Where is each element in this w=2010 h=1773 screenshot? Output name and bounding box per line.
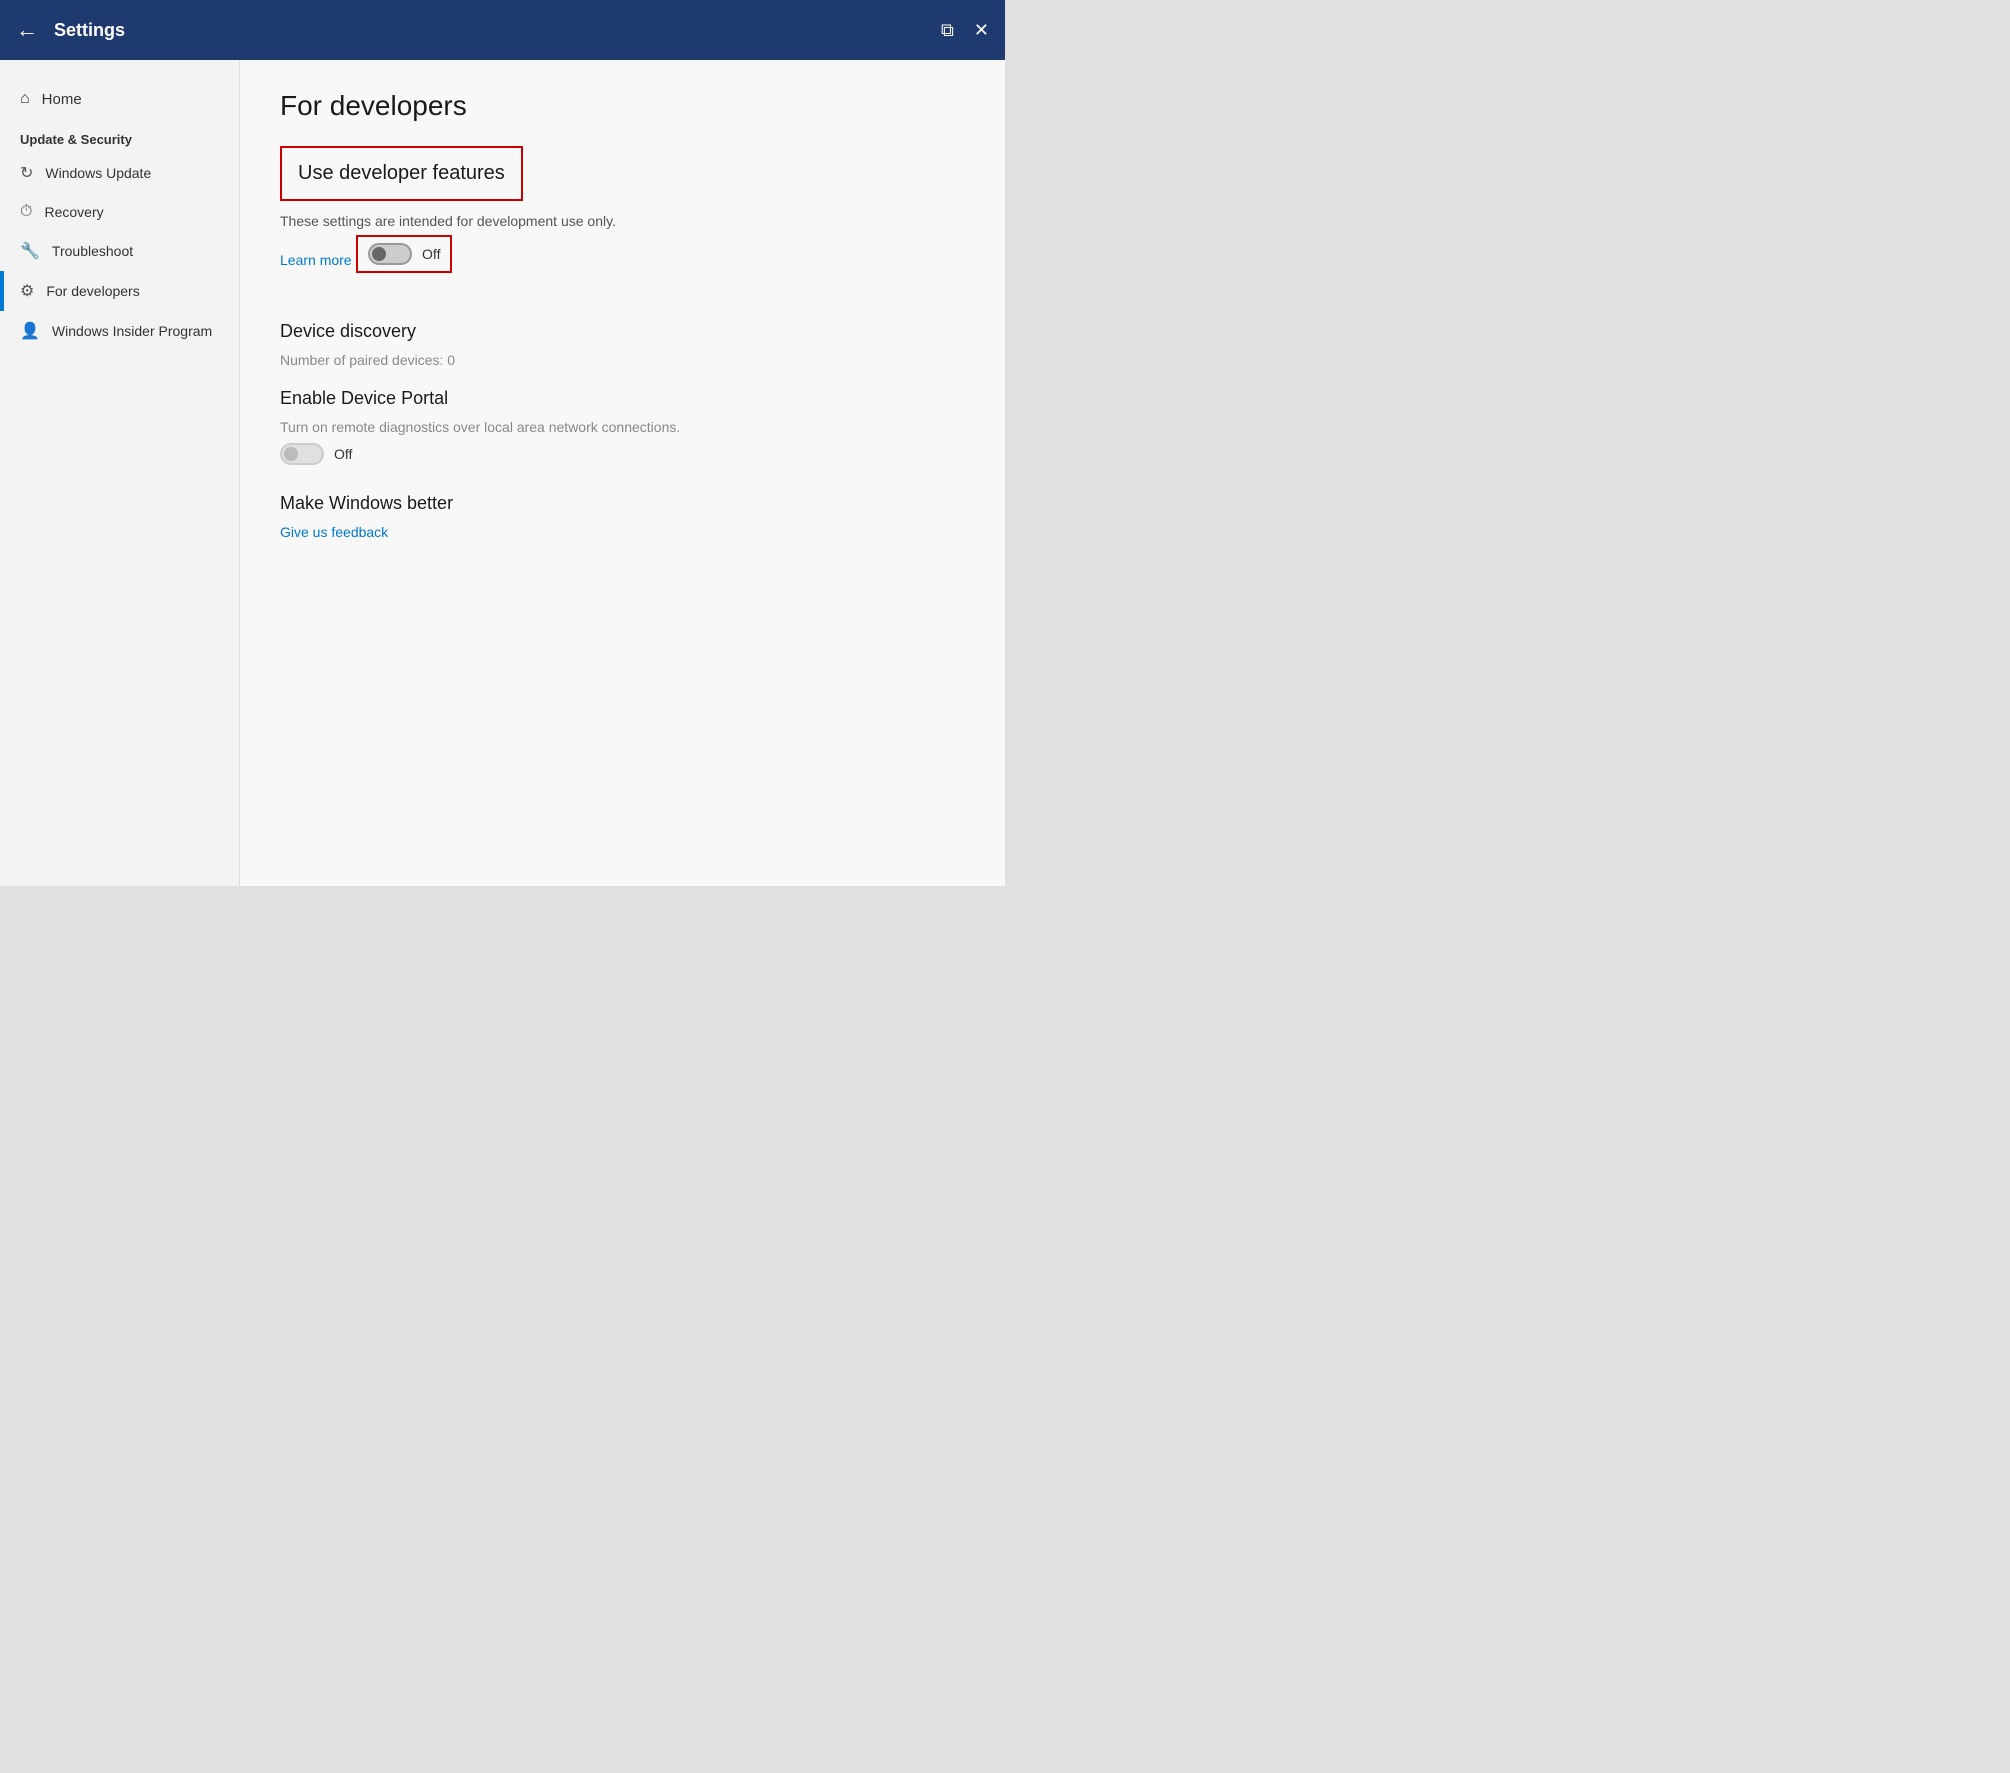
sidebar-item-windows-update[interactable]: ↻ Windows Update — [0, 153, 239, 193]
sidebar-item-windows-insider[interactable]: 👤 Windows Insider Program — [0, 311, 239, 351]
learn-more-link[interactable]: Learn more — [280, 252, 352, 268]
home-label: Home — [42, 91, 82, 108]
device-portal-toggle[interactable] — [280, 443, 324, 465]
use-developer-features-title: Use developer features — [298, 162, 505, 185]
windows-update-icon: ↻ — [20, 163, 33, 183]
toggle-track — [368, 243, 412, 265]
for-developers-icon: ⚙ — [20, 281, 34, 301]
toggle-thumb — [372, 247, 386, 261]
developer-toggle-row: Off — [356, 235, 452, 273]
title-bar: ← Settings ⧉ ✕ — [0, 0, 1005, 60]
back-button[interactable]: ← — [16, 19, 38, 41]
device-discovery-title: Device discovery — [280, 321, 965, 342]
device-portal-toggle-label: Off — [334, 446, 352, 462]
troubleshoot-label: Troubleshoot — [52, 243, 133, 259]
device-portal-description: Turn on remote diagnostics over local ar… — [280, 419, 965, 435]
device-discovery-section: Device discovery Number of paired device… — [280, 321, 965, 368]
content-area: For developers Use developer features Th… — [240, 60, 1005, 886]
developer-toggle-label: Off — [422, 246, 440, 262]
make-windows-title: Make Windows better — [280, 493, 965, 514]
paired-devices-text: Number of paired devices: 0 — [280, 352, 965, 368]
for-developers-label: For developers — [46, 283, 139, 299]
developer-toggle[interactable] — [368, 243, 412, 265]
sidebar-item-home[interactable]: ⌂ Home — [0, 80, 239, 118]
recovery-icon: ⏱ — [20, 203, 32, 221]
windows-update-label: Windows Update — [45, 165, 151, 181]
main-container: ⌂ Home Update & Security ↻ Windows Updat… — [0, 60, 1005, 886]
title-bar-controls: ⧉ ✕ — [941, 21, 989, 39]
use-developer-features-box: Use developer features — [280, 146, 523, 201]
device-portal-toggle-thumb — [284, 447, 298, 461]
recovery-label: Recovery — [44, 204, 103, 220]
windows-insider-icon: 👤 — [20, 321, 40, 341]
developer-features-description: These settings are intended for developm… — [280, 213, 965, 229]
sidebar-item-recovery[interactable]: ⏱ Recovery — [0, 193, 239, 231]
window-icon-button[interactable]: ⧉ — [941, 21, 954, 39]
device-portal-title: Enable Device Portal — [280, 388, 965, 409]
app-title: Settings — [54, 20, 125, 41]
windows-insider-label: Windows Insider Program — [52, 323, 212, 339]
give-feedback-link[interactable]: Give us feedback — [280, 524, 388, 540]
device-portal-section: Enable Device Portal Turn on remote diag… — [280, 388, 965, 465]
sidebar-section-title: Update & Security — [0, 118, 239, 153]
home-icon: ⌂ — [20, 90, 30, 108]
page-title: For developers — [280, 90, 965, 122]
close-button[interactable]: ✕ — [974, 21, 989, 39]
device-portal-toggle-row: Off — [280, 443, 965, 465]
sidebar: ⌂ Home Update & Security ↻ Windows Updat… — [0, 60, 240, 886]
troubleshoot-icon: 🔧 — [20, 241, 40, 261]
device-portal-toggle-track — [280, 443, 324, 465]
make-windows-section: Make Windows better Give us feedback — [280, 493, 965, 542]
sidebar-item-for-developers[interactable]: ⚙ For developers — [0, 271, 239, 311]
sidebar-item-troubleshoot[interactable]: 🔧 Troubleshoot — [0, 231, 239, 271]
title-bar-left: ← Settings — [16, 19, 125, 41]
